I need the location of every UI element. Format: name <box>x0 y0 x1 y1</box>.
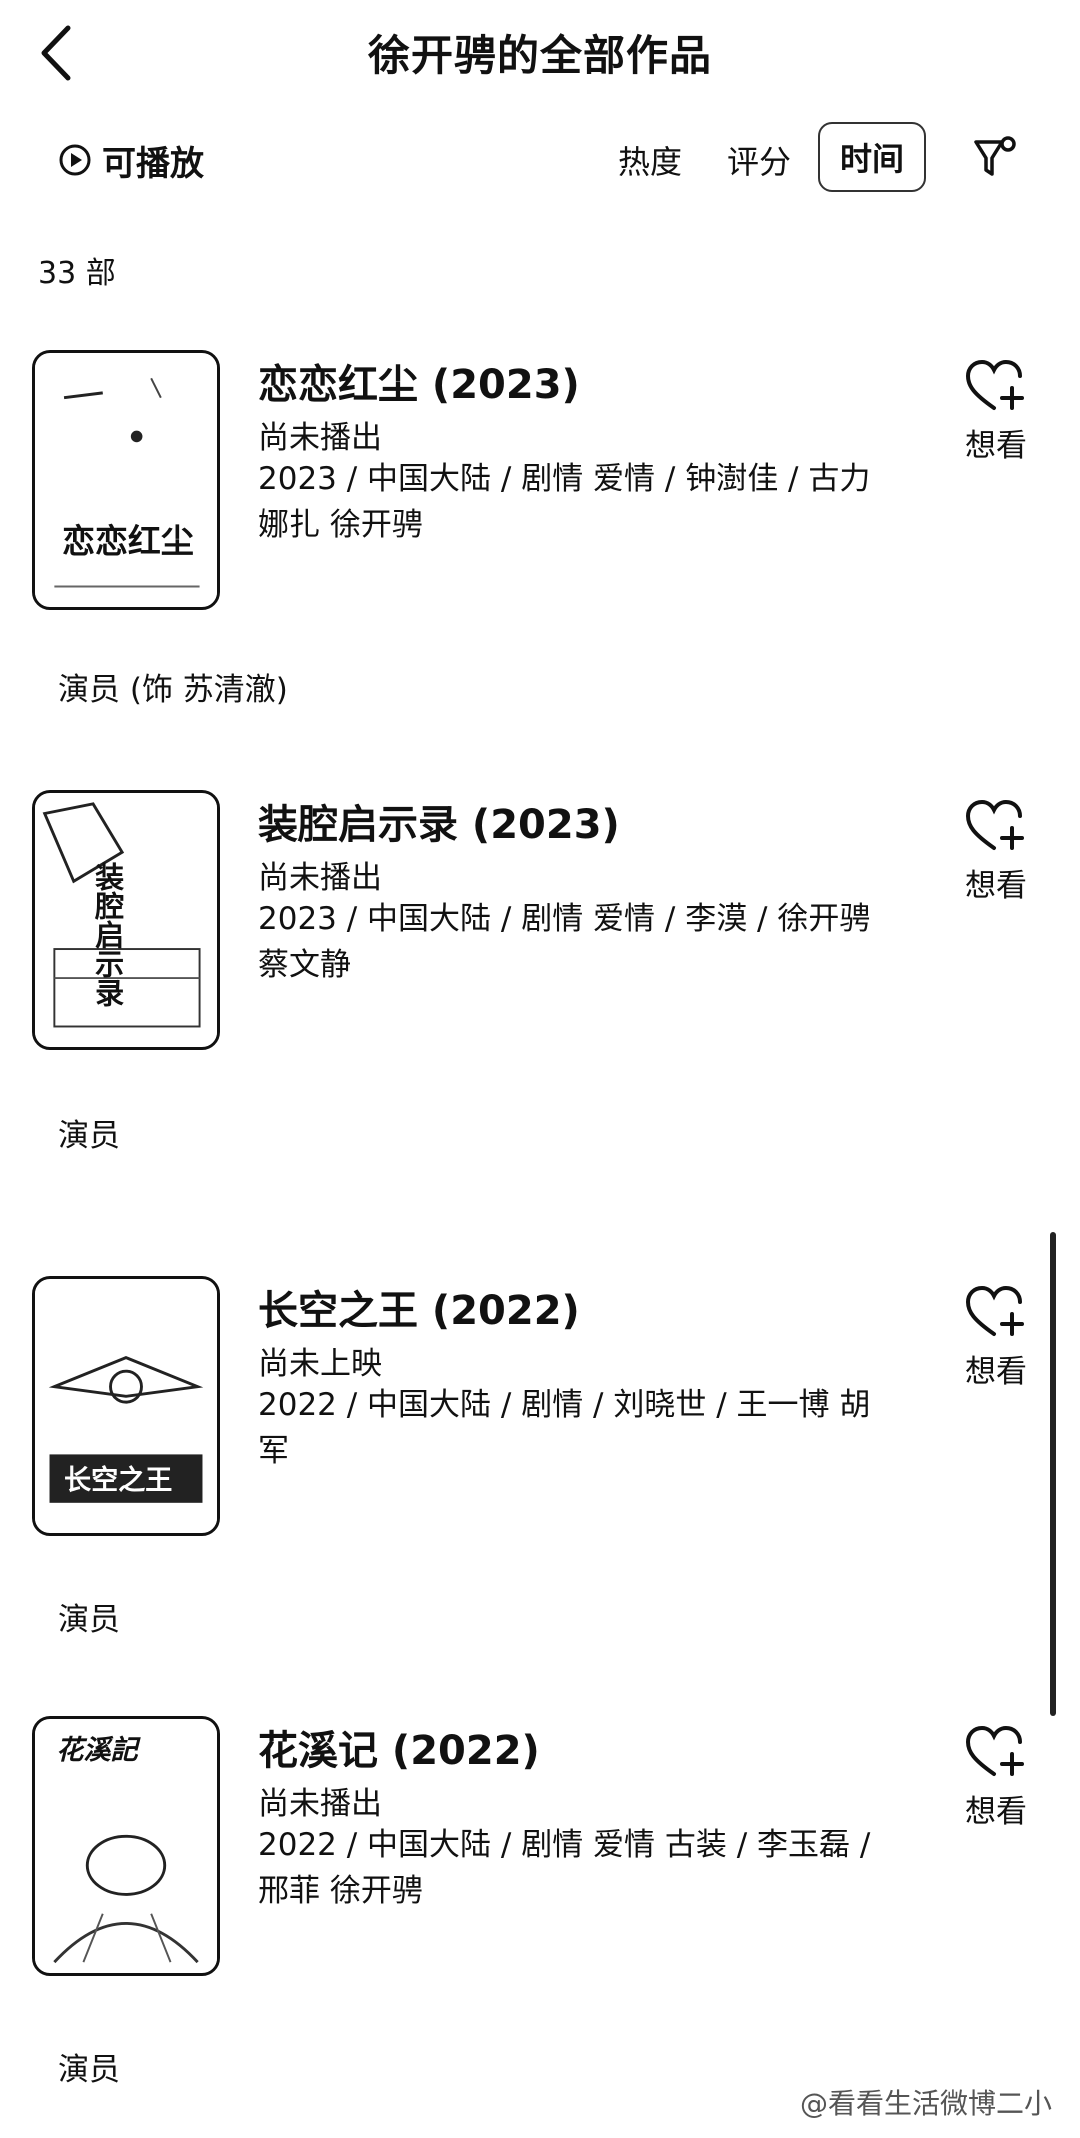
playable-toggle[interactable]: 可播放 <box>58 134 204 186</box>
poster-title: 装腔启示录 <box>91 861 126 1007</box>
movie-poster[interactable]: 恋恋红尘 <box>32 350 220 610</box>
movie-status: 尚未播出 <box>258 420 382 456</box>
heart-plus-icon <box>965 359 1024 410</box>
want-label: 想看 <box>965 868 1027 904</box>
movie-item[interactable]: 恋恋红尘 恋恋红尘 (2023) 尚未播出 2023 / 中国大陆 / 剧情 爱… <box>0 350 1080 730</box>
role-label: 演员 <box>58 1118 120 1154</box>
sort-rating-tab[interactable]: 评分 <box>727 134 791 186</box>
sort-hot-tab[interactable]: 热度 <box>618 134 682 186</box>
movie-poster[interactable]: 长空之王 <box>32 1276 220 1536</box>
movie-title[interactable]: 长空之王 (2022) <box>258 1278 580 1336</box>
movie-status: 尚未播出 <box>258 1786 382 1822</box>
role-label: 演员 (饰 苏清澈) <box>58 672 288 708</box>
works-count: 33 部 <box>38 256 116 291</box>
play-circle-icon <box>59 144 91 176</box>
filter-button[interactable] <box>972 132 1020 184</box>
movie-title[interactable]: 花溪记 (2022) <box>258 1718 540 1776</box>
want-to-watch-button[interactable]: 想看 <box>950 798 1042 905</box>
poster-title: 恋恋红尘 <box>62 522 194 561</box>
movie-item[interactable]: 花溪記 花溪记 (2022) 尚未播出 2022 / 中国大陆 / 剧情 爱情 … <box>0 1716 1080 2096</box>
role-label: 演员 <box>58 1602 120 1638</box>
poster-image: 长空之王 <box>35 1280 217 1532</box>
playable-label: 可播放 <box>102 143 204 184</box>
want-to-watch-button[interactable]: 想看 <box>950 1284 1042 1391</box>
want-label: 想看 <box>965 1354 1027 1390</box>
sort-time-tab[interactable]: 时间 <box>818 122 926 192</box>
want-label: 想看 <box>965 1794 1027 1830</box>
want-label: 想看 <box>965 428 1027 464</box>
heart-plus-icon <box>965 1725 1024 1776</box>
watermark: @看看生活微博二小 <box>800 2087 1053 2120</box>
movie-status: 尚未上映 <box>258 1346 382 1382</box>
movie-meta: 2022 / 中国大陆 / 剧情 爱情 古装 / 李玉磊 / 邢菲 徐开骋 <box>258 1827 871 1909</box>
role-label: 演员 <box>58 2052 120 2088</box>
poster-image: 花溪記 <box>35 1720 217 1972</box>
movie-poster[interactable]: 装腔启示录 <box>32 790 220 1050</box>
movie-item[interactable]: 装腔启示录 装腔启示录 (2023) 尚未播出 2023 / 中国大陆 / 剧情… <box>0 790 1080 1170</box>
movie-status: 尚未播出 <box>258 860 382 896</box>
movie-poster[interactable]: 花溪記 <box>32 1716 220 1976</box>
movie-title[interactable]: 恋恋红尘 (2023) <box>258 352 580 410</box>
poster-title: 花溪記 <box>56 1735 141 1766</box>
poster-image: 装腔启示录 <box>35 794 217 1046</box>
page-title: 徐开骋的全部作品 <box>367 31 712 80</box>
poster-image: 恋恋红尘 <box>35 354 217 606</box>
movie-meta: 2023 / 中国大陆 / 剧情 爱情 / 钟澍佳 / 古力娜扎 徐开骋 <box>258 461 871 543</box>
want-to-watch-button[interactable]: 想看 <box>950 1724 1042 1831</box>
scrollbar[interactable] <box>1050 1232 1056 1716</box>
movie-meta: 2022 / 中国大陆 / 剧情 / 刘晓世 / 王一博 胡军 <box>258 1387 871 1469</box>
movie-meta: 2023 / 中国大陆 / 剧情 爱情 / 李漠 / 徐开骋 蔡文静 <box>258 901 871 983</box>
filter-icon <box>974 136 1016 176</box>
want-to-watch-button[interactable]: 想看 <box>950 358 1042 465</box>
heart-plus-icon <box>965 1285 1024 1336</box>
movie-item[interactable]: 长空之王 长空之王 (2022) 尚未上映 2022 / 中国大陆 / 剧情 /… <box>0 1276 1080 1656</box>
poster-title: 长空之王 <box>64 1464 172 1496</box>
movie-title[interactable]: 装腔启示录 (2023) <box>258 792 620 850</box>
heart-plus-icon <box>965 799 1024 850</box>
